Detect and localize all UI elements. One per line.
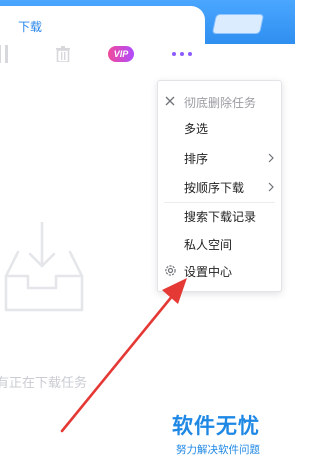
tab-download[interactable]: 下载: [0, 6, 205, 44]
new-tab-button[interactable]: [211, 14, 265, 34]
pause-icon[interactable]: [0, 45, 10, 63]
menu-item-sequential-download[interactable]: 按顺序下载: [158, 174, 281, 200]
trash-icon[interactable]: [56, 46, 70, 62]
menu-item-label: 排序: [184, 152, 209, 166]
menu-item-label: 按顺序下载: [184, 181, 245, 195]
watermark-title: 软件无忧: [172, 415, 260, 438]
more-dot: [180, 52, 184, 56]
chevron-right-icon: [268, 182, 274, 192]
menu-item-sort[interactable]: 排序: [158, 145, 281, 171]
menu-item-label: 设置中心: [184, 265, 233, 279]
gear-icon: [165, 265, 176, 276]
more-dot: [172, 52, 176, 56]
tab-download-label: 下载: [18, 20, 43, 34]
menu-item-search-history[interactable]: 搜索下载记录: [158, 203, 281, 229]
menu-item-settings[interactable]: 设置中心: [158, 258, 281, 284]
menu-item-label: 多选: [184, 122, 209, 136]
menu-item-label: 搜索下载记录: [184, 210, 257, 224]
menu-item-label: 彻底删除任务: [184, 96, 257, 110]
vip-badge[interactable]: VIP: [108, 46, 134, 62]
more-options-menu: 彻底删除任务 多选 排序 按顺序下载 搜索下载记录 私人空间 设置中心: [157, 80, 282, 292]
menu-item-delete-task[interactable]: 彻底删除任务: [158, 89, 281, 115]
toolbar: VIP: [0, 40, 295, 70]
chevron-right-icon: [268, 153, 274, 163]
menu-item-multi-select[interactable]: 多选: [158, 115, 281, 141]
empty-download-illustration: [4, 222, 84, 312]
watermark-subtitle: 努力解决软件问题: [176, 444, 260, 456]
close-icon: [165, 96, 175, 106]
empty-state-text: 有正在下载任务: [0, 375, 88, 390]
more-options-button[interactable]: [170, 46, 194, 62]
menu-item-private-space[interactable]: 私人空间: [158, 231, 281, 257]
more-dot: [188, 52, 192, 56]
menu-item-label: 私人空间: [184, 238, 233, 252]
